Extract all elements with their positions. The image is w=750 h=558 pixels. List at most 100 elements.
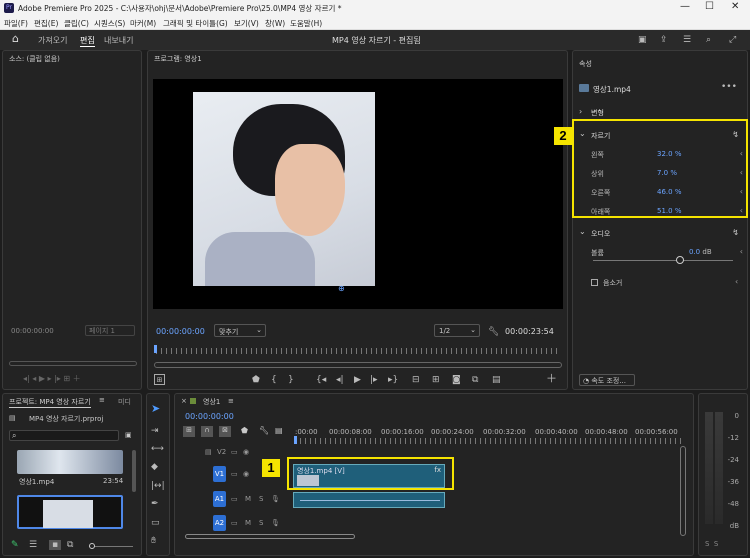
source-scrollbar[interactable] [9,361,137,366]
snap-icon[interactable]: ∩ [201,426,213,437]
overwrite-icon[interactable]: ⊞ [432,375,440,385]
meter-solo-buttons[interactable]: S S [705,540,718,548]
workspace-icon[interactable]: ▣ [638,35,647,45]
track-select-icon[interactable]: ⇥ [151,426,159,436]
vr-icon[interactable]: ▤ [492,375,501,385]
sync-lock-icon[interactable]: ▭ [231,495,238,503]
mute-checkbox[interactable] [591,279,598,286]
timeline-right-scroll[interactable] [680,446,686,536]
anchor-point-icon[interactable]: ⊕ [338,284,345,293]
camera-icon[interactable]: ◙ [452,375,461,385]
menu-help[interactable]: 도움말(H) [290,18,322,29]
timeline-tab[interactable]: 영상1 [203,397,220,407]
keyframe-arrow-icon[interactable]: ‹ [740,247,743,256]
go-to-out-icon[interactable]: ▸} [388,375,398,385]
speed-adjust-button[interactable]: ◔ 속도 조정... [579,374,635,386]
minimize-button[interactable]: — [680,1,690,12]
search-icon[interactable]: ⌕ [706,35,711,45]
timeline-playhead[interactable] [294,436,297,444]
clip-thumbnail[interactable] [17,450,123,474]
mark-in-icon[interactable]: { [271,375,277,385]
maximize-button[interactable]: ☐ [705,1,714,12]
zoom-slider-knob[interactable] [89,543,95,549]
source-patch-v1[interactable]: V1 [213,466,226,482]
pencil-icon[interactable]: ✎ [11,540,19,550]
sync-lock-icon[interactable]: ▭ [231,519,238,527]
tab-edit[interactable]: 편집 [80,35,95,47]
menu-window[interactable]: 창(W) [265,18,285,29]
menu-edit[interactable]: 편집(E) [34,18,58,29]
sync-lock-icon[interactable]: ▭ [231,448,238,456]
hand-icon[interactable]: ✋︎ [151,536,156,546]
timeline-h-scrollbar[interactable] [185,534,355,539]
captions-icon[interactable]: ▤ [275,426,283,435]
program-scrollbar[interactable] [154,362,562,368]
project-scrollbar[interactable] [132,450,136,492]
add-button-icon[interactable]: ＋ [546,373,557,384]
solo-track-icon[interactable]: S [259,519,263,527]
ripple-edit-icon[interactable]: ⟷ [151,444,164,454]
menu-marker[interactable]: 마커(M) [130,18,156,29]
timeline-timecode[interactable]: 00:00:00:00 [185,412,234,421]
tab-import[interactable]: 가져오기 [38,35,67,46]
source-page-select[interactable]: 페이지 1 [85,325,135,336]
program-ruler[interactable] [156,348,560,354]
nest-icon[interactable]: ⊞ [183,426,195,437]
volume-slider-track[interactable] [593,260,733,261]
linked-icon[interactable]: ⊠ [219,426,231,437]
zoom-slider[interactable] [89,546,133,547]
timeline-wrench-icon[interactable]: 🔧︎ [259,426,269,435]
source-patch-a1[interactable]: A1 [213,491,226,507]
project-search-input[interactable]: ⌕ [9,430,119,441]
step-back-icon[interactable]: ◂| [336,375,344,385]
media-tab[interactable]: 미디 [118,397,131,407]
fullscreen-icon[interactable]: ⤢ [729,35,736,45]
timeline-ruler[interactable] [295,438,685,444]
sync-lock-icon[interactable]: ▭ [231,470,238,478]
audio-clip[interactable] [293,492,445,508]
home-icon[interactable]: ⌂ [12,33,19,44]
menu-sequence[interactable]: 시퀀스(S) [94,18,125,29]
solo-track-icon[interactable]: S [259,495,263,503]
tab-export[interactable]: 내보내기 [104,35,133,46]
comparison-icon[interactable]: ⧉ [472,375,478,385]
share-icon[interactable]: ⇪ [660,35,668,45]
close-tab-icon[interactable]: × [181,397,187,405]
timeline-menu-icon[interactable]: ≡ [228,397,234,405]
menu-file[interactable]: 파일(F) [4,18,28,29]
close-window-button[interactable]: ✕ [731,1,739,12]
add-marker-icon[interactable]: ⬟ [241,426,248,435]
track-target-icon[interactable]: ▤ [205,448,212,456]
new-bin-icon[interactable]: ▣ [125,431,132,439]
mic-icon[interactable]: 🎙︎ [271,495,280,503]
menu-icon[interactable]: ≡ [99,396,105,404]
mute-track-icon[interactable]: M [245,495,251,503]
slip-icon[interactable]: |↔| [151,481,165,491]
transform-section[interactable]: › 변형 [579,107,741,119]
fit-dropdown[interactable]: 맞추기 ⌄ [214,324,266,337]
audio-reset-icon[interactable]: ↯ [732,228,739,237]
sequence-thumbnail[interactable] [17,495,123,529]
safe-margin-icon[interactable]: ⊞ [154,374,165,385]
volume-value[interactable]: 0.0 dB [689,248,712,256]
list-view-icon[interactable]: ☰ [29,540,37,550]
track-a2-label[interactable]: A2 [213,515,226,531]
program-timecode[interactable]: 00:00:00:00 [156,327,205,336]
menu-view[interactable]: 보기(V) [234,18,259,29]
selection-tool-icon[interactable]: ➤ [151,403,160,414]
audio-section-header[interactable]: ⌄ 오디오 ↯ [579,227,741,240]
mute-track-icon[interactable]: M [245,519,251,527]
more-options-icon[interactable]: ••• [721,82,737,92]
wrench-icon[interactable]: 🔧︎ [488,327,499,337]
insert-icon[interactable]: ⊟ [412,375,420,385]
rectangle-icon[interactable]: ▭ [151,518,160,528]
quality-dropdown[interactable]: 1/2 ⌄ [434,324,480,337]
playhead-marker[interactable] [154,345,157,353]
freeform-view-icon[interactable]: ⧉ [67,540,73,550]
razor-icon[interactable]: ◆ [151,462,158,472]
volume-row[interactable]: 볼륨 0.0 dB ‹ [591,247,743,259]
mark-out-icon[interactable]: } [288,375,294,385]
menu-graphics[interactable]: 그래픽 및 타이틀(G) [163,18,228,29]
settings-sliders-icon[interactable]: ☰ [683,35,691,45]
marker-icon[interactable]: ⬟ [252,375,260,385]
